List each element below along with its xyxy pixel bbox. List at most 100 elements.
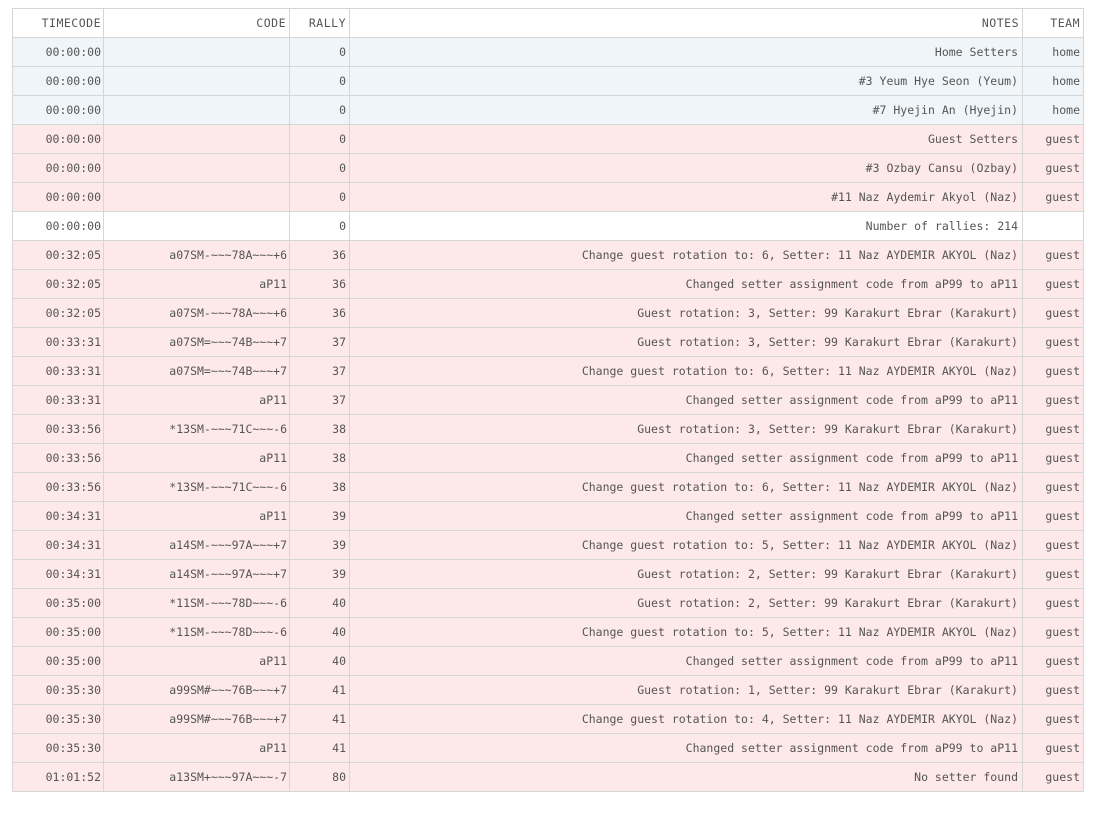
- cell-team: guest: [1022, 472, 1084, 502]
- column-header-rally[interactable]: RALLY: [289, 8, 350, 38]
- table-row[interactable]: 01:01:52 a13SM+~~~97A~~~-7 80 No setter fou…: [12, 762, 1084, 792]
- cell-notes: Guest Setters: [349, 124, 1023, 154]
- cell-notes: Change guest rotation to: 5, Setter: 11 …: [349, 617, 1023, 647]
- cell-team: [1022, 211, 1084, 241]
- table-row[interactable]: 00:35:00 *11SM-~~~78D~~~-6 40 Change guest …: [12, 617, 1084, 647]
- cell-code: *11SM-~~~78D~~~-6: [103, 617, 290, 647]
- cell-team: guest: [1022, 762, 1084, 792]
- cell-code: *11SM-~~~78D~~~-6: [103, 588, 290, 618]
- cell-notes: #11 Naz Aydemir Akyol (Naz): [349, 182, 1023, 212]
- table-row[interactable]: 00:00:00 0 #3 Ozbay Cansu (Ozbay) guest: [12, 153, 1084, 183]
- cell-team: guest: [1022, 124, 1084, 154]
- table-row[interactable]: 00:32:05 a07SM-~~~78A~~~+6 36 Guest rotatio…: [12, 298, 1084, 328]
- cell-notes: Guest rotation: 2, Setter: 99 Karakurt E…: [349, 559, 1023, 589]
- table-row[interactable]: 00:00:00 0 Guest Setters guest: [12, 124, 1084, 154]
- cell-team: guest: [1022, 182, 1084, 212]
- table-row[interactable]: 00:00:00 0 #3 Yeum Hye Seon (Yeum) home: [12, 66, 1084, 96]
- cell-rally: 0: [289, 37, 350, 67]
- cell-rally: 40: [289, 617, 350, 647]
- events-table-container: TIMECODE CODE RALLY NOTES TEAM 00:00:00 0…: [12, 8, 1084, 792]
- column-header-code[interactable]: CODE: [103, 8, 290, 38]
- cell-team: guest: [1022, 588, 1084, 618]
- table-row[interactable]: 00:35:30 a99SM#~~~76B~~~+7 41 Guest rotatio…: [12, 675, 1084, 705]
- column-header-notes[interactable]: NOTES: [349, 8, 1023, 38]
- cell-team: guest: [1022, 240, 1084, 270]
- cell-team: guest: [1022, 414, 1084, 444]
- cell-rally: 37: [289, 385, 350, 415]
- table-row[interactable]: 00:32:05 aP11 36 Changed setter assignment …: [12, 269, 1084, 299]
- cell-team: home: [1022, 37, 1084, 67]
- cell-code: a13SM+~~~97A~~~-7: [103, 762, 290, 792]
- table-row[interactable]: 00:00:00 0 #11 Naz Aydemir Akyol (Naz) gues…: [12, 182, 1084, 212]
- column-header-team[interactable]: TEAM: [1022, 8, 1084, 38]
- table-row[interactable]: 00:35:30 a99SM#~~~76B~~~+7 41 Change guest …: [12, 704, 1084, 734]
- cell-team: guest: [1022, 733, 1084, 763]
- cell-timecode: 00:00:00: [12, 153, 104, 183]
- cell-team: guest: [1022, 269, 1084, 299]
- cell-timecode: 00:33:31: [12, 327, 104, 357]
- cell-rally: 39: [289, 501, 350, 531]
- cell-timecode: 00:35:00: [12, 617, 104, 647]
- cell-timecode: 00:00:00: [12, 211, 104, 241]
- table-row[interactable]: 00:33:56 *13SM-~~~71C~~~-6 38 Change guest …: [12, 472, 1084, 502]
- cell-team: guest: [1022, 675, 1084, 705]
- cell-code: a99SM#~~~76B~~~+7: [103, 704, 290, 734]
- cell-code: a07SM=~~~74B~~~+7: [103, 356, 290, 386]
- table-row[interactable]: 00:34:31 a14SM-~~~97A~~~+7 39 Change guest …: [12, 530, 1084, 560]
- cell-code: a14SM-~~~97A~~~+7: [103, 530, 290, 560]
- cell-rally: 38: [289, 414, 350, 444]
- table-row[interactable]: 00:33:56 aP11 38 Changed setter assignment …: [12, 443, 1084, 473]
- table-row[interactable]: 00:33:31 a07SM=~~~74B~~~+7 37 Change guest …: [12, 356, 1084, 386]
- cell-timecode: 00:34:31: [12, 530, 104, 560]
- cell-code: [103, 37, 290, 67]
- table-row[interactable]: 00:34:31 aP11 39 Changed setter assignment …: [12, 501, 1084, 531]
- cell-team: guest: [1022, 559, 1084, 589]
- table-row[interactable]: 00:34:31 a14SM-~~~97A~~~+7 39 Guest rotatio…: [12, 559, 1084, 589]
- cell-timecode: 00:32:05: [12, 269, 104, 299]
- cell-rally: 41: [289, 733, 350, 763]
- cell-rally: 38: [289, 443, 350, 473]
- cell-rally: 0: [289, 153, 350, 183]
- cell-rally: 39: [289, 559, 350, 589]
- table-row[interactable]: 00:33:31 aP11 37 Changed setter assignment …: [12, 385, 1084, 415]
- cell-code: aP11: [103, 646, 290, 676]
- cell-team: guest: [1022, 617, 1084, 647]
- cell-code: [103, 95, 290, 125]
- table-row[interactable]: 00:33:56 *13SM-~~~71C~~~-6 38 Guest rotatio…: [12, 414, 1084, 444]
- cell-rally: 0: [289, 211, 350, 241]
- cell-notes: Changed setter assignment code from aP99…: [349, 269, 1023, 299]
- table-header: TIMECODE CODE RALLY NOTES TEAM: [12, 8, 1084, 38]
- cell-rally: 80: [289, 762, 350, 792]
- cell-notes: Changed setter assignment code from aP99…: [349, 443, 1023, 473]
- cell-timecode: 01:01:52: [12, 762, 104, 792]
- table-row[interactable]: 00:32:05 a07SM-~~~78A~~~+6 36 Change guest …: [12, 240, 1084, 270]
- table-row[interactable]: 00:00:00 0 #7 Hyejin An (Hyejin) home: [12, 95, 1084, 125]
- cell-team: guest: [1022, 298, 1084, 328]
- cell-timecode: 00:34:31: [12, 559, 104, 589]
- cell-rally: 36: [289, 298, 350, 328]
- cell-notes: Change guest rotation to: 4, Setter: 11 …: [349, 704, 1023, 734]
- cell-timecode: 00:00:00: [12, 124, 104, 154]
- cell-notes: Change guest rotation to: 6, Setter: 11 …: [349, 472, 1023, 502]
- cell-team: home: [1022, 95, 1084, 125]
- cell-code: a07SM-~~~78A~~~+6: [103, 240, 290, 270]
- table-row[interactable]: 00:33:31 a07SM=~~~74B~~~+7 37 Guest rotatio…: [12, 327, 1084, 357]
- cell-code: aP11: [103, 269, 290, 299]
- cell-notes: Changed setter assignment code from aP99…: [349, 385, 1023, 415]
- cell-timecode: 00:35:30: [12, 675, 104, 705]
- cell-timecode: 00:35:30: [12, 733, 104, 763]
- table-row[interactable]: 00:35:00 aP11 40 Changed setter assignment …: [12, 646, 1084, 676]
- table-row[interactable]: 00:00:00 0 Number of rallies: 214: [12, 211, 1084, 241]
- table-row[interactable]: 00:35:30 aP11 41 Changed setter assignment …: [12, 733, 1084, 763]
- cell-code: a07SM=~~~74B~~~+7: [103, 327, 290, 357]
- cell-timecode: 00:33:31: [12, 385, 104, 415]
- cell-notes: Number of rallies: 214: [349, 211, 1023, 241]
- cell-code: [103, 124, 290, 154]
- column-header-timecode[interactable]: TIMECODE: [12, 8, 104, 38]
- cell-notes: #7 Hyejin An (Hyejin): [349, 95, 1023, 125]
- cell-team: guest: [1022, 530, 1084, 560]
- cell-timecode: 00:34:31: [12, 501, 104, 531]
- cell-rally: 41: [289, 675, 350, 705]
- table-row[interactable]: 00:00:00 0 Home Setters home: [12, 37, 1084, 67]
- table-row[interactable]: 00:35:00 *11SM-~~~78D~~~-6 40 Guest rotatio…: [12, 588, 1084, 618]
